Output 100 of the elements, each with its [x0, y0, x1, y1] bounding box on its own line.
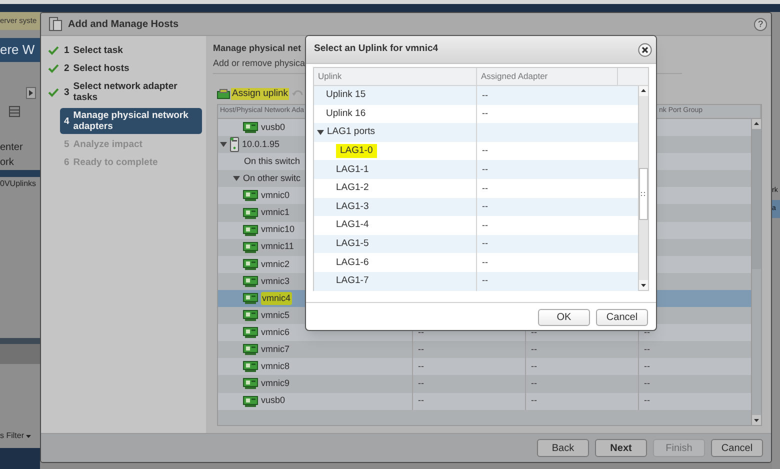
network-card-icon [243, 276, 258, 287]
row-label: vmnic0 [261, 189, 290, 202]
wizard-button[interactable]: Cancel [711, 439, 763, 457]
table-row[interactable]: LAG1-7 -- [314, 272, 638, 291]
table-cell-text: -- [644, 377, 650, 390]
row-label: LAG1-5 [336, 236, 369, 251]
table-row[interactable]: LAG1-5 -- [314, 234, 638, 254]
network-card-icon [243, 396, 258, 407]
row-label: vmnic8 [261, 360, 290, 374]
table-row[interactable]: LAG1-3 -- [314, 198, 638, 216]
table-row[interactable]: vusb0 -- -- -- [218, 392, 751, 410]
caret-icon [26, 434, 31, 438]
row-label: vmnic11 [261, 240, 294, 254]
row-label: LAG1-4 [336, 218, 369, 232]
network-card-icon [243, 208, 258, 219]
row-label: 10.0.1.95 [242, 138, 280, 151]
filter-dropdown[interactable]: s Filter [0, 430, 31, 442]
wizard-button[interactable]: Next [595, 439, 647, 457]
tree-item[interactable]: enter [0, 140, 23, 155]
network-card-icon [243, 292, 258, 304]
network-card-icon [243, 242, 258, 253]
wizard-step[interactable]: 1 Select task [60, 43, 202, 58]
tree-item[interactable]: 0VUplinks [0, 178, 36, 190]
table-row[interactable]: vmnic8 -- -- -- [218, 358, 751, 376]
scroll-up-icon[interactable] [752, 119, 761, 129]
row-label: vmnic9 [261, 377, 290, 390]
row-label: LAG1-0 [336, 144, 377, 158]
scrollbar[interactable] [751, 119, 761, 425]
table-cell-text: -- [531, 343, 537, 356]
row-label: vmnic6 [261, 326, 290, 339]
panel-header [0, 344, 40, 364]
row-label: Uplink 16 [326, 106, 366, 121]
next-arrow-button[interactable] [26, 86, 36, 98]
network-card-icon [243, 310, 258, 322]
table-cell-text: -- [418, 394, 424, 408]
row-label: vmnic5 [261, 308, 290, 322]
network-card-icon [243, 224, 258, 236]
row-label: LAG1-6 [336, 256, 369, 270]
wizard-step[interactable]: 2 Select hosts [60, 61, 202, 76]
help-button[interactable]: ? [754, 18, 767, 30]
network-card-icon [243, 122, 258, 134]
table-row[interactable]: LAG1-0 -- [314, 142, 638, 160]
row-label: On this switch [244, 154, 300, 168]
expanded-icon[interactable] [233, 176, 240, 182]
scroll-down-icon[interactable] [752, 415, 761, 425]
scroll-up-icon[interactable] [639, 86, 648, 96]
window-title: Add and Manage Hosts [68, 18, 179, 32]
scroll-thumb[interactable] [752, 129, 761, 269]
grip-icon [641, 192, 646, 196]
table-cell-text: -- [482, 200, 488, 214]
table-cell-text: -- [482, 88, 488, 102]
row-label: vmnic4 [261, 292, 292, 306]
hosts-icon [49, 17, 62, 31]
database-icon[interactable] [9, 106, 20, 116]
column-header[interactable]: Uplink [318, 70, 342, 83]
table-cell-text: -- [644, 326, 650, 339]
table-cell-text: -- [644, 360, 650, 374]
table-cell-text: -- [482, 107, 488, 120]
wizard-button[interactable]: Back [537, 439, 589, 457]
table-cell-text: -- [418, 360, 424, 374]
row-label: LAG1-3 [336, 200, 369, 214]
row-label: vmnic10 [261, 223, 295, 236]
row-label: vmnic1 [261, 206, 290, 220]
close-icon[interactable] [638, 42, 652, 56]
row-label: LAG1-7 [336, 274, 369, 288]
row-label: vmnic2 [261, 258, 290, 271]
table-cell-text: -- [531, 394, 537, 408]
network-card-icon [243, 344, 258, 356]
table-row[interactable]: vmnic7 -- -- -- [218, 341, 751, 358]
table-cell-text: -- [531, 377, 537, 390]
table-cell-text: -- [482, 182, 488, 195]
row-label: LAG1-1 [336, 162, 369, 177]
section-description: Add or remove physica [213, 57, 306, 69]
row-label: Uplink 15 [326, 88, 366, 102]
table-cell-text: -- [482, 162, 488, 176]
table-cell-text: -- [531, 326, 537, 339]
row-label: vusb0 [261, 120, 286, 134]
scroll-thumb[interactable] [639, 168, 648, 220]
dialog-button[interactable]: Cancel [596, 309, 648, 326]
row-label: vusb0 [261, 394, 286, 408]
row-label: LAG1 ports [327, 125, 376, 140]
scrollbar[interactable] [638, 86, 648, 290]
column-header[interactable]: Assigned Adapter [481, 70, 548, 83]
expanded-icon[interactable] [220, 142, 227, 148]
section-heading: Manage physical net [213, 42, 302, 54]
table-cell-text: -- [482, 237, 488, 250]
table-cell-text: -- [482, 274, 488, 288]
tree-item[interactable]: ork [0, 155, 14, 170]
table-cell-text: -- [418, 343, 424, 356]
table-cell-text: -- [531, 360, 537, 374]
row-label: vmnic3 [261, 274, 290, 288]
table-row[interactable]: Uplink 15 -- [314, 86, 638, 105]
table-row[interactable]: LAG1-1 -- [314, 160, 638, 179]
table-cell-text: -- [644, 394, 650, 408]
dialog-button[interactable]: OK [538, 309, 590, 326]
network-card-icon [243, 190, 258, 202]
scroll-down-icon[interactable] [639, 280, 648, 290]
app-title: ere W [0, 41, 35, 60]
table-row[interactable]: LAG1 ports [314, 123, 638, 142]
table-cell-text: -- [644, 343, 650, 356]
